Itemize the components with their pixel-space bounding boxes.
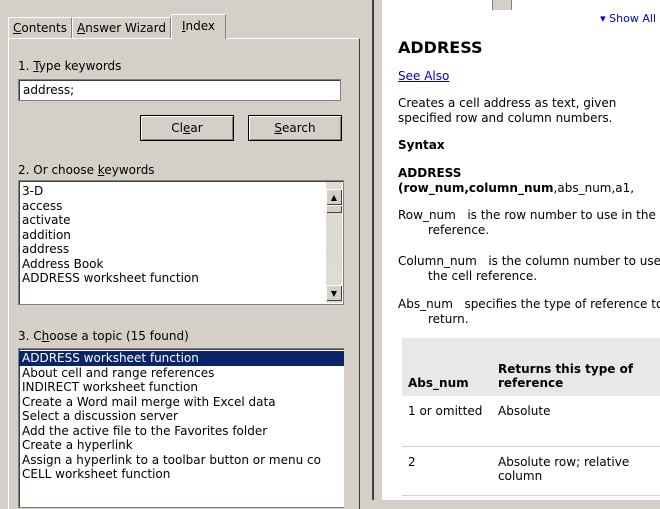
list-item[interactable]: ADDRESS worksheet function <box>19 351 344 366</box>
keywords-input[interactable] <box>18 79 341 101</box>
list-item[interactable]: About cell and range references <box>19 366 344 381</box>
list-item[interactable]: addition <box>19 228 343 243</box>
list-item[interactable]: Add the active file to the Favorites fol… <box>19 424 344 439</box>
search-button[interactable]: Search <box>248 115 342 141</box>
tab-contents[interactable]: Contents <box>8 17 72 38</box>
scroll-down-arrow-icon[interactable]: ▼ <box>326 285 342 301</box>
type-keywords-label: 1. Type keywords <box>18 59 122 73</box>
table-cell: 2 <box>402 446 492 496</box>
list-item[interactable]: Create a hyperlink <box>19 438 344 453</box>
triangle-down-icon: ▾ <box>600 12 606 25</box>
syntax-arguments: (row_num,column_num,abs_num,a1, <box>398 181 635 195</box>
splitter-edge <box>372 0 374 500</box>
choose-topic-label: 3. Choose a topic (15 found) <box>18 329 189 343</box>
param-column-num: Column_num is the column number to use i… <box>398 254 660 283</box>
tab-index[interactable]: Index <box>170 14 226 39</box>
list-item[interactable]: CELL worksheet function <box>19 467 344 482</box>
list-item[interactable]: Address Book <box>19 257 343 272</box>
list-item[interactable]: access <box>19 199 343 214</box>
list-item[interactable]: Select a discussion server <box>19 409 344 424</box>
toolbar-notch <box>492 0 512 10</box>
keywords-scrollbar[interactable]: ▲ ▼ <box>326 182 342 303</box>
topic-title: ADDRESS <box>398 38 483 57</box>
topics-listbox[interactable]: ADDRESS worksheet function About cell an… <box>18 348 344 508</box>
param-row-num: Row_num is the row number to use in the … <box>398 208 660 237</box>
keywords-listbox[interactable]: 3-D access activate addition address Add… <box>18 180 344 305</box>
list-item[interactable]: ADDRESS worksheet function <box>19 271 343 286</box>
table-cell: Absolute <box>492 396 660 447</box>
syntax-block: ADDRESS (row_num,column_num,abs_num,a1, <box>398 166 660 196</box>
scroll-up-arrow-icon[interactable]: ▲ <box>326 189 342 205</box>
scroll-thumb[interactable] <box>326 205 342 213</box>
choose-keywords-label: 2. Or choose keywords <box>18 163 155 177</box>
table-row: 1 or omitted Absolute <box>402 396 660 447</box>
table-row: 2 Absolute row; relative column <box>402 446 660 496</box>
list-item[interactable]: Create a Word mail merge with Excel data <box>19 395 344 410</box>
help-navigation-pane: Contents Answer Wizard Index 1. Type key… <box>0 0 364 509</box>
list-item[interactable]: 3-D <box>19 184 343 199</box>
clear-button[interactable]: Clear <box>140 115 234 141</box>
list-item[interactable]: address <box>19 242 343 257</box>
table-header-cell: Abs_num <box>402 338 492 396</box>
see-also-link[interactable]: See Also <box>398 69 449 83</box>
param-abs-num: Abs_num specifies the type of reference … <box>398 297 660 326</box>
table-cell: 1 or omitted <box>402 396 492 447</box>
topic-description: Creates a cell address as text, given sp… <box>398 96 617 125</box>
list-item[interactable]: INDIRECT worksheet function <box>19 380 344 395</box>
abs-num-table: Abs_num Returns this type of reference 1… <box>402 338 660 496</box>
tab-answer-wizard[interactable]: Answer Wizard <box>72 17 171 38</box>
table-header-row: Abs_num Returns this type of reference <box>402 338 660 396</box>
table-header-cell: Returns this type of reference <box>492 338 660 396</box>
show-all-link[interactable]: ▾ Show All <box>600 12 656 25</box>
list-item[interactable]: activate <box>19 213 343 228</box>
tab-strip: Contents Answer Wizard Index <box>8 14 226 39</box>
help-topic-pane: ▾ Show All ADDRESS See Also Creates a ce… <box>382 0 660 500</box>
list-item[interactable]: Assign a hyperlink to a toolbar button o… <box>19 453 344 468</box>
syntax-heading: Syntax <box>398 138 445 152</box>
table-cell: Absolute row; relative column <box>492 446 660 496</box>
syntax-function-name: ADDRESS <box>398 166 462 180</box>
